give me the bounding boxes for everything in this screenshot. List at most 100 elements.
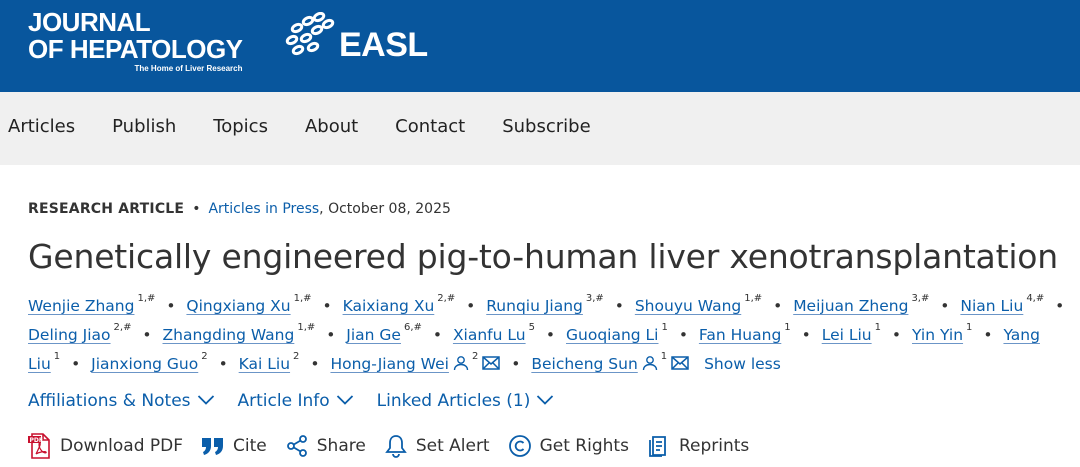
journal-name-line2: OF HEPATOLOGY xyxy=(28,34,243,64)
action-get-rights-button[interactable]: Get Rights xyxy=(508,432,629,460)
author-item: Hong-Jiang Wei 2 xyxy=(330,351,501,373)
author-separator: • xyxy=(983,326,993,344)
author-affiliation-marker: 1,# xyxy=(297,322,316,333)
quote-icon xyxy=(201,435,233,457)
author-name[interactable]: Deling Jiao xyxy=(28,326,111,344)
author-name[interactable]: Zhangding Wang xyxy=(163,326,295,344)
author-name[interactable]: Meijuan Zheng xyxy=(793,297,908,315)
author-name[interactable]: Beicheng Sun xyxy=(531,355,637,373)
author-name[interactable]: Jianxiong Guo xyxy=(91,355,198,373)
author-separator: • xyxy=(773,297,783,315)
author-item: Qingxiang Xu 1,# xyxy=(186,293,311,315)
journal-name-line1: JOURNAL xyxy=(28,7,151,37)
author-separator: • xyxy=(1055,297,1065,315)
person-icon[interactable] xyxy=(453,352,469,381)
author-name[interactable]: Guoqiang Li xyxy=(566,326,659,344)
author-item: Runqiu Jiang 3,# xyxy=(486,293,604,315)
author-name[interactable]: Yin Yin xyxy=(912,326,963,344)
author-item: Shouyu Wang 1,# xyxy=(635,293,762,315)
articles-in-press-link[interactable]: Articles in Press xyxy=(208,201,319,217)
action-share-button[interactable]: Share xyxy=(285,432,366,460)
nav-item-topics[interactable]: Topics xyxy=(213,116,268,138)
journal-tagline: The Home of Liver Research xyxy=(134,64,243,73)
chevron-down-icon xyxy=(530,390,554,412)
author-separator: • xyxy=(511,355,521,373)
nav-item-about[interactable]: About xyxy=(305,116,358,138)
action-set-alert-button[interactable]: Set Alert xyxy=(384,432,490,460)
author-separator: • xyxy=(166,297,176,315)
author-separator: • xyxy=(142,326,152,344)
accordion-toggle[interactable]: Article Info xyxy=(238,390,354,412)
author-affiliation-marker: 2,# xyxy=(437,293,456,304)
author-affiliation-marker: 1,# xyxy=(744,293,763,304)
author-separator: • xyxy=(466,297,476,315)
author-affiliation-marker: 1 xyxy=(874,322,881,333)
author-item: Jian Ge 6,# xyxy=(346,322,422,344)
author-separator: • xyxy=(218,355,228,373)
action-label: Reprints xyxy=(678,436,750,456)
author-affiliation-marker: 1 xyxy=(53,351,61,362)
accordion-label: Affiliations & Notes xyxy=(28,391,191,411)
author-item: Wenjie Zhang 1,# xyxy=(28,293,155,315)
author-name[interactable]: Kaixiang Xu xyxy=(343,297,435,315)
author-name[interactable]: Wenjie Zhang xyxy=(28,297,134,315)
author-item: Meijuan Zheng 3,# xyxy=(793,293,929,315)
copyright-icon xyxy=(508,434,540,458)
author-affiliation-marker: 3,# xyxy=(585,293,604,304)
author-affiliation-marker: 2 xyxy=(201,351,208,362)
nav-item-contact[interactable]: Contact xyxy=(395,116,465,138)
svg-text:PDF: PDF xyxy=(30,437,43,444)
author-separator: • xyxy=(310,355,320,373)
author-affiliation-marker: 1 xyxy=(661,322,668,333)
journal-logo[interactable]: JOURNAL OF HEPATOLOGY The Home of Liver … xyxy=(28,9,243,74)
action-label: Share xyxy=(316,436,366,456)
author-item: Xianfu Lu 5 xyxy=(453,322,535,344)
person-icon[interactable] xyxy=(642,352,658,381)
author-name[interactable]: Lei Liu xyxy=(822,326,872,344)
chevron-down-icon xyxy=(191,390,215,412)
action-label: Download PDF xyxy=(60,436,184,456)
accordion-toggle[interactable]: Affiliations & Notes xyxy=(28,390,215,412)
nav-item-articles[interactable]: Articles xyxy=(8,116,75,138)
author-name[interactable]: Qingxiang Xu xyxy=(186,297,290,315)
author-item: Yin Yin 1 xyxy=(912,322,972,344)
show-less-button[interactable]: Show less xyxy=(704,355,781,373)
author-name[interactable]: Jian Ge xyxy=(346,326,401,344)
author-separator: • xyxy=(71,355,81,373)
article-type: RESEARCH ARTICLE xyxy=(28,201,185,217)
author-affiliation-marker: 2 xyxy=(471,351,479,362)
article-actions: PDF Download PDF Cite Share Set Alert Get Rig… xyxy=(28,432,767,460)
mail-icon[interactable] xyxy=(482,352,501,381)
site-header: JOURNAL OF HEPATOLOGY The Home of Liver … xyxy=(0,0,1080,92)
mail-icon[interactable] xyxy=(671,352,689,381)
author-affiliation-marker: 1,# xyxy=(293,293,312,304)
author-name[interactable]: Fan Huang xyxy=(699,326,781,344)
author-name[interactable]: Hong-Jiang Wei xyxy=(330,355,448,373)
action-download-pdf-button[interactable]: PDF Download PDF xyxy=(28,432,183,460)
action-reprints-button[interactable]: Reprints xyxy=(647,432,749,460)
article-title: Genetically engineered pig-to-human live… xyxy=(28,237,1058,276)
bell-icon xyxy=(384,434,416,458)
main-nav: Articles Publish Topics About Contact Su… xyxy=(0,92,1080,165)
author-item: Kai Liu 2 xyxy=(239,351,300,373)
action-cite-button[interactable]: Cite xyxy=(201,432,267,460)
author-name[interactable]: Xianfu Lu xyxy=(453,326,526,344)
author-affiliation-marker: 1 xyxy=(784,322,791,333)
accordion-toggle[interactable]: Linked Articles (1) xyxy=(377,390,555,412)
action-label: Cite xyxy=(233,436,267,456)
author-name[interactable]: Nian Liu xyxy=(960,297,1023,315)
accordion-label: Linked Articles (1) xyxy=(376,391,531,411)
author-separator: • xyxy=(940,297,950,315)
nav-item-subscribe[interactable]: Subscribe xyxy=(502,116,590,138)
pdf-icon: PDF xyxy=(28,433,60,459)
author-item: Nian Liu 4,# xyxy=(960,293,1044,315)
author-name[interactable]: Shouyu Wang xyxy=(635,297,741,315)
author-item: Kaixiang Xu 2,# xyxy=(343,293,456,315)
author-item: Beicheng Sun 1 xyxy=(531,351,689,373)
author-item: Lei Liu 1 xyxy=(822,322,881,344)
author-name[interactable]: Kai Liu xyxy=(239,355,290,373)
author-affiliation-marker: 1 xyxy=(966,322,973,333)
nav-item-publish[interactable]: Publish xyxy=(112,116,176,138)
easl-logo[interactable]: EASL xyxy=(283,12,428,66)
author-name[interactable]: Runqiu Jiang xyxy=(486,297,583,315)
